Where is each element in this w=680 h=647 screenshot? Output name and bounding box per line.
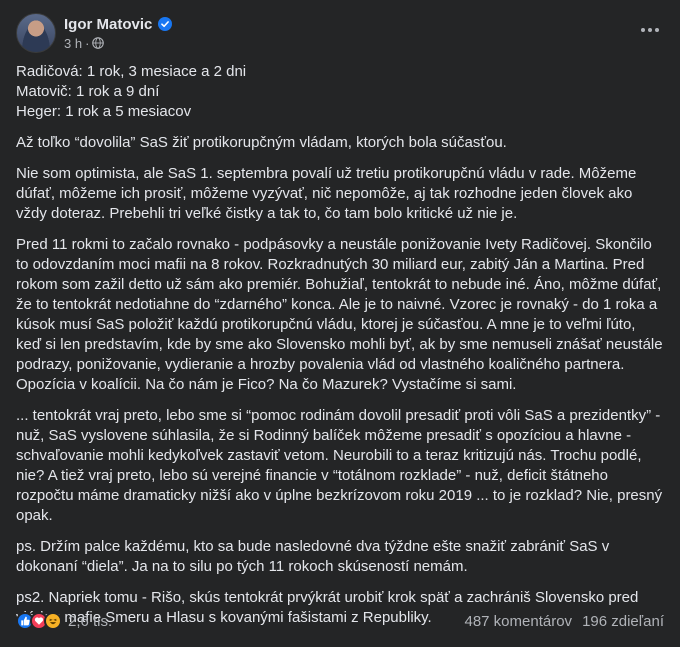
meta-separator: · (85, 35, 90, 51)
author-meta: Igor Matovic 3 h · (64, 16, 173, 51)
comments-count[interactable]: 487 komentárov (464, 613, 572, 630)
engagement-counts: 487 komentárov 196 zdieľaní (464, 613, 664, 630)
post-time[interactable]: 3 h (64, 36, 82, 51)
post-card: Igor Matovic 3 h · Radičová: 1 rok, 3 me… (0, 0, 680, 647)
post-paragraph: Nie som optimista, ale SaS 1. septembra … (16, 165, 637, 222)
verified-badge-icon (158, 17, 173, 31)
author-name-row: Igor Matovic (64, 16, 173, 33)
post-paragraph: Až toľko “dovolila” SaS žiť protikorupčn… (16, 134, 507, 151)
globe-icon[interactable] (92, 37, 105, 49)
post-paragraph: Pred 11 rokmi to začalo rovnako - podpás… (16, 236, 663, 393)
haha-reaction-icon (44, 612, 62, 630)
reaction-count[interactable]: 2,6 tis. (68, 613, 112, 630)
post-paragraph: ... tentokrát vraj preto, lebo sme si “p… (16, 407, 663, 524)
more-options-icon[interactable] (634, 14, 666, 46)
post-footer: 2,6 tis. 487 komentárov 196 zdieľaní (16, 612, 664, 630)
reactions-summary[interactable]: 2,6 tis. (16, 612, 112, 630)
author-avatar[interactable] (16, 13, 56, 53)
shares-count[interactable]: 196 zdieľaní (582, 613, 664, 630)
author-name[interactable]: Igor Matovic (64, 16, 152, 33)
post-header: Igor Matovic 3 h · (16, 0, 664, 60)
post-paragraph: Radičová: 1 rok, 3 mesiace a 2 dni Matov… (16, 63, 247, 120)
post-paragraph: ps. Držím palce každému, kto sa bude nas… (16, 538, 610, 575)
post-body: Radičová: 1 rok, 3 mesiace a 2 dni Matov… (16, 60, 664, 628)
post-meta: 3 h · (64, 36, 172, 51)
